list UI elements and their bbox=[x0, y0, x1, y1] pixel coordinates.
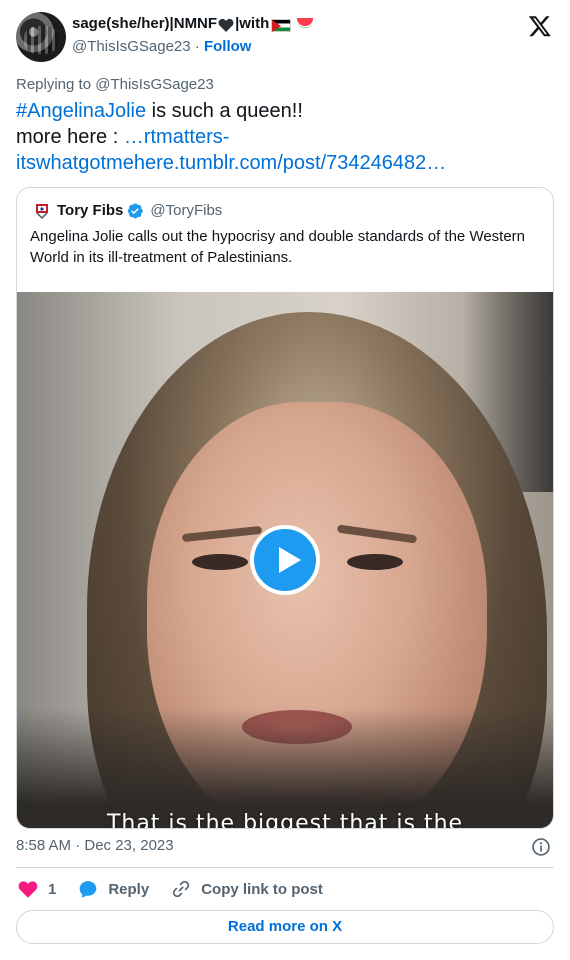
tumblr-link-line1[interactable]: …rtmatters- bbox=[124, 126, 230, 148]
action-bar: 1 Reply Copy link to post bbox=[18, 876, 345, 902]
follow-link[interactable]: Follow bbox=[204, 38, 252, 55]
footer-divider bbox=[16, 867, 554, 868]
author-avatar[interactable] bbox=[16, 12, 66, 62]
video-thumbnail[interactable]: That is the biggest that is the bbox=[17, 292, 553, 828]
quoted-post-header: Tory Fibs @ToryFibs bbox=[33, 201, 222, 221]
reply-label: Reply bbox=[108, 880, 150, 898]
separator-dot: · bbox=[194, 38, 200, 55]
black-heart-emoji-icon bbox=[218, 18, 234, 32]
play-icon[interactable] bbox=[250, 525, 320, 595]
x-logo-icon[interactable] bbox=[528, 14, 552, 38]
palestine-flag-emoji-icon bbox=[271, 18, 292, 32]
author-handle[interactable]: @ThisIsGSage23 bbox=[72, 38, 191, 55]
video-subject-left-eye bbox=[192, 554, 248, 570]
video-subject-right-eye bbox=[347, 554, 403, 570]
copy-link-button[interactable]: Copy link to post bbox=[171, 879, 323, 899]
quoted-post[interactable]: Tory Fibs @ToryFibs Angelina Jolie calls… bbox=[16, 187, 554, 829]
reply-button[interactable]: Reply bbox=[78, 879, 149, 899]
copy-link-label: Copy link to post bbox=[201, 880, 323, 898]
link-icon bbox=[173, 880, 190, 898]
post-timestamp[interactable]: 8:58 AM · Dec 23, 2023 bbox=[16, 836, 174, 856]
embedded-post: sage(she/her)|NMNF |with @ThisIsGSage23 … bbox=[0, 0, 570, 960]
reply-bubble-icon bbox=[80, 881, 97, 898]
quoted-post-text: Angelina Jolie calls out the hypocrisy a… bbox=[30, 228, 526, 266]
replying-to-label[interactable]: Replying to @ThisIsGSage23 bbox=[16, 75, 214, 95]
read-more-button[interactable]: Read more on X bbox=[16, 910, 554, 944]
tumblr-link-line2[interactable]: itswhatgotmehere.tumblr.com/post/7342464… bbox=[16, 152, 446, 174]
info-icon[interactable] bbox=[531, 837, 551, 857]
author-display-name[interactable]: sage(she/her)|NMNF |with bbox=[72, 14, 315, 34]
verified-badge-icon bbox=[128, 203, 144, 219]
quoted-author-name[interactable]: Tory Fibs bbox=[57, 201, 123, 221]
video-subject-shoulder bbox=[17, 708, 553, 828]
tweet-text: #AngelinaJolie is such a queen!! more he… bbox=[16, 98, 556, 176]
quoted-author-handle[interactable]: @ToryFibs bbox=[150, 201, 222, 221]
like-button[interactable]: 1 bbox=[18, 880, 56, 898]
hashtag-link[interactable]: #AngelinaJolie bbox=[16, 100, 146, 122]
author-handle-row: @ThisIsGSage23 · Follow bbox=[72, 37, 251, 57]
tweet-body-text: is such a queen!! bbox=[146, 100, 303, 122]
video-caption: That is the biggest that is the bbox=[106, 811, 464, 828]
heart-icon bbox=[18, 881, 38, 898]
quoted-author-avatar[interactable] bbox=[33, 202, 51, 220]
like-count: 1 bbox=[48, 880, 57, 898]
more-here-text: more here : bbox=[16, 126, 124, 148]
watermelon-emoji-icon bbox=[296, 18, 315, 28]
